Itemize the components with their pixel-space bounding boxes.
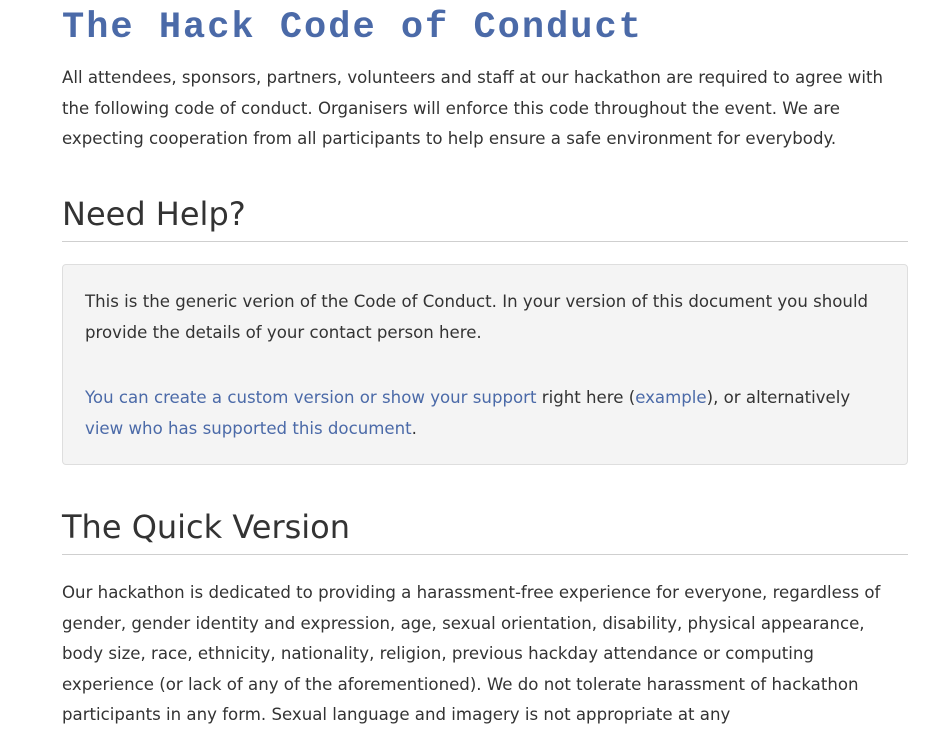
alternatively-text: ), or alternatively [706, 388, 851, 407]
custom-version-link[interactable]: You can create a custom version or show … [85, 388, 537, 407]
right-here-text: right here ( [536, 388, 636, 407]
help-paragraph: This is the generic verion of the Code o… [85, 292, 869, 342]
quick-version-paragraph: Our hackathon is dedicated to providing … [62, 583, 881, 724]
help-links-paragraph: You can create a custom version or show … [85, 383, 885, 444]
need-help-heading: Need Help? [62, 193, 908, 242]
quick-version-heading: The Quick Version [62, 506, 908, 555]
period-text: . [411, 418, 417, 438]
view-supporters-link[interactable]: view who has supported this document [85, 419, 412, 438]
help-panel: This is the generic verion of the Code o… [62, 264, 908, 465]
example-link[interactable]: example [635, 388, 706, 407]
intro-paragraph: All attendees, sponsors, partners, volun… [62, 68, 884, 148]
page-title: The Hack Code of Conduct [62, 7, 643, 49]
